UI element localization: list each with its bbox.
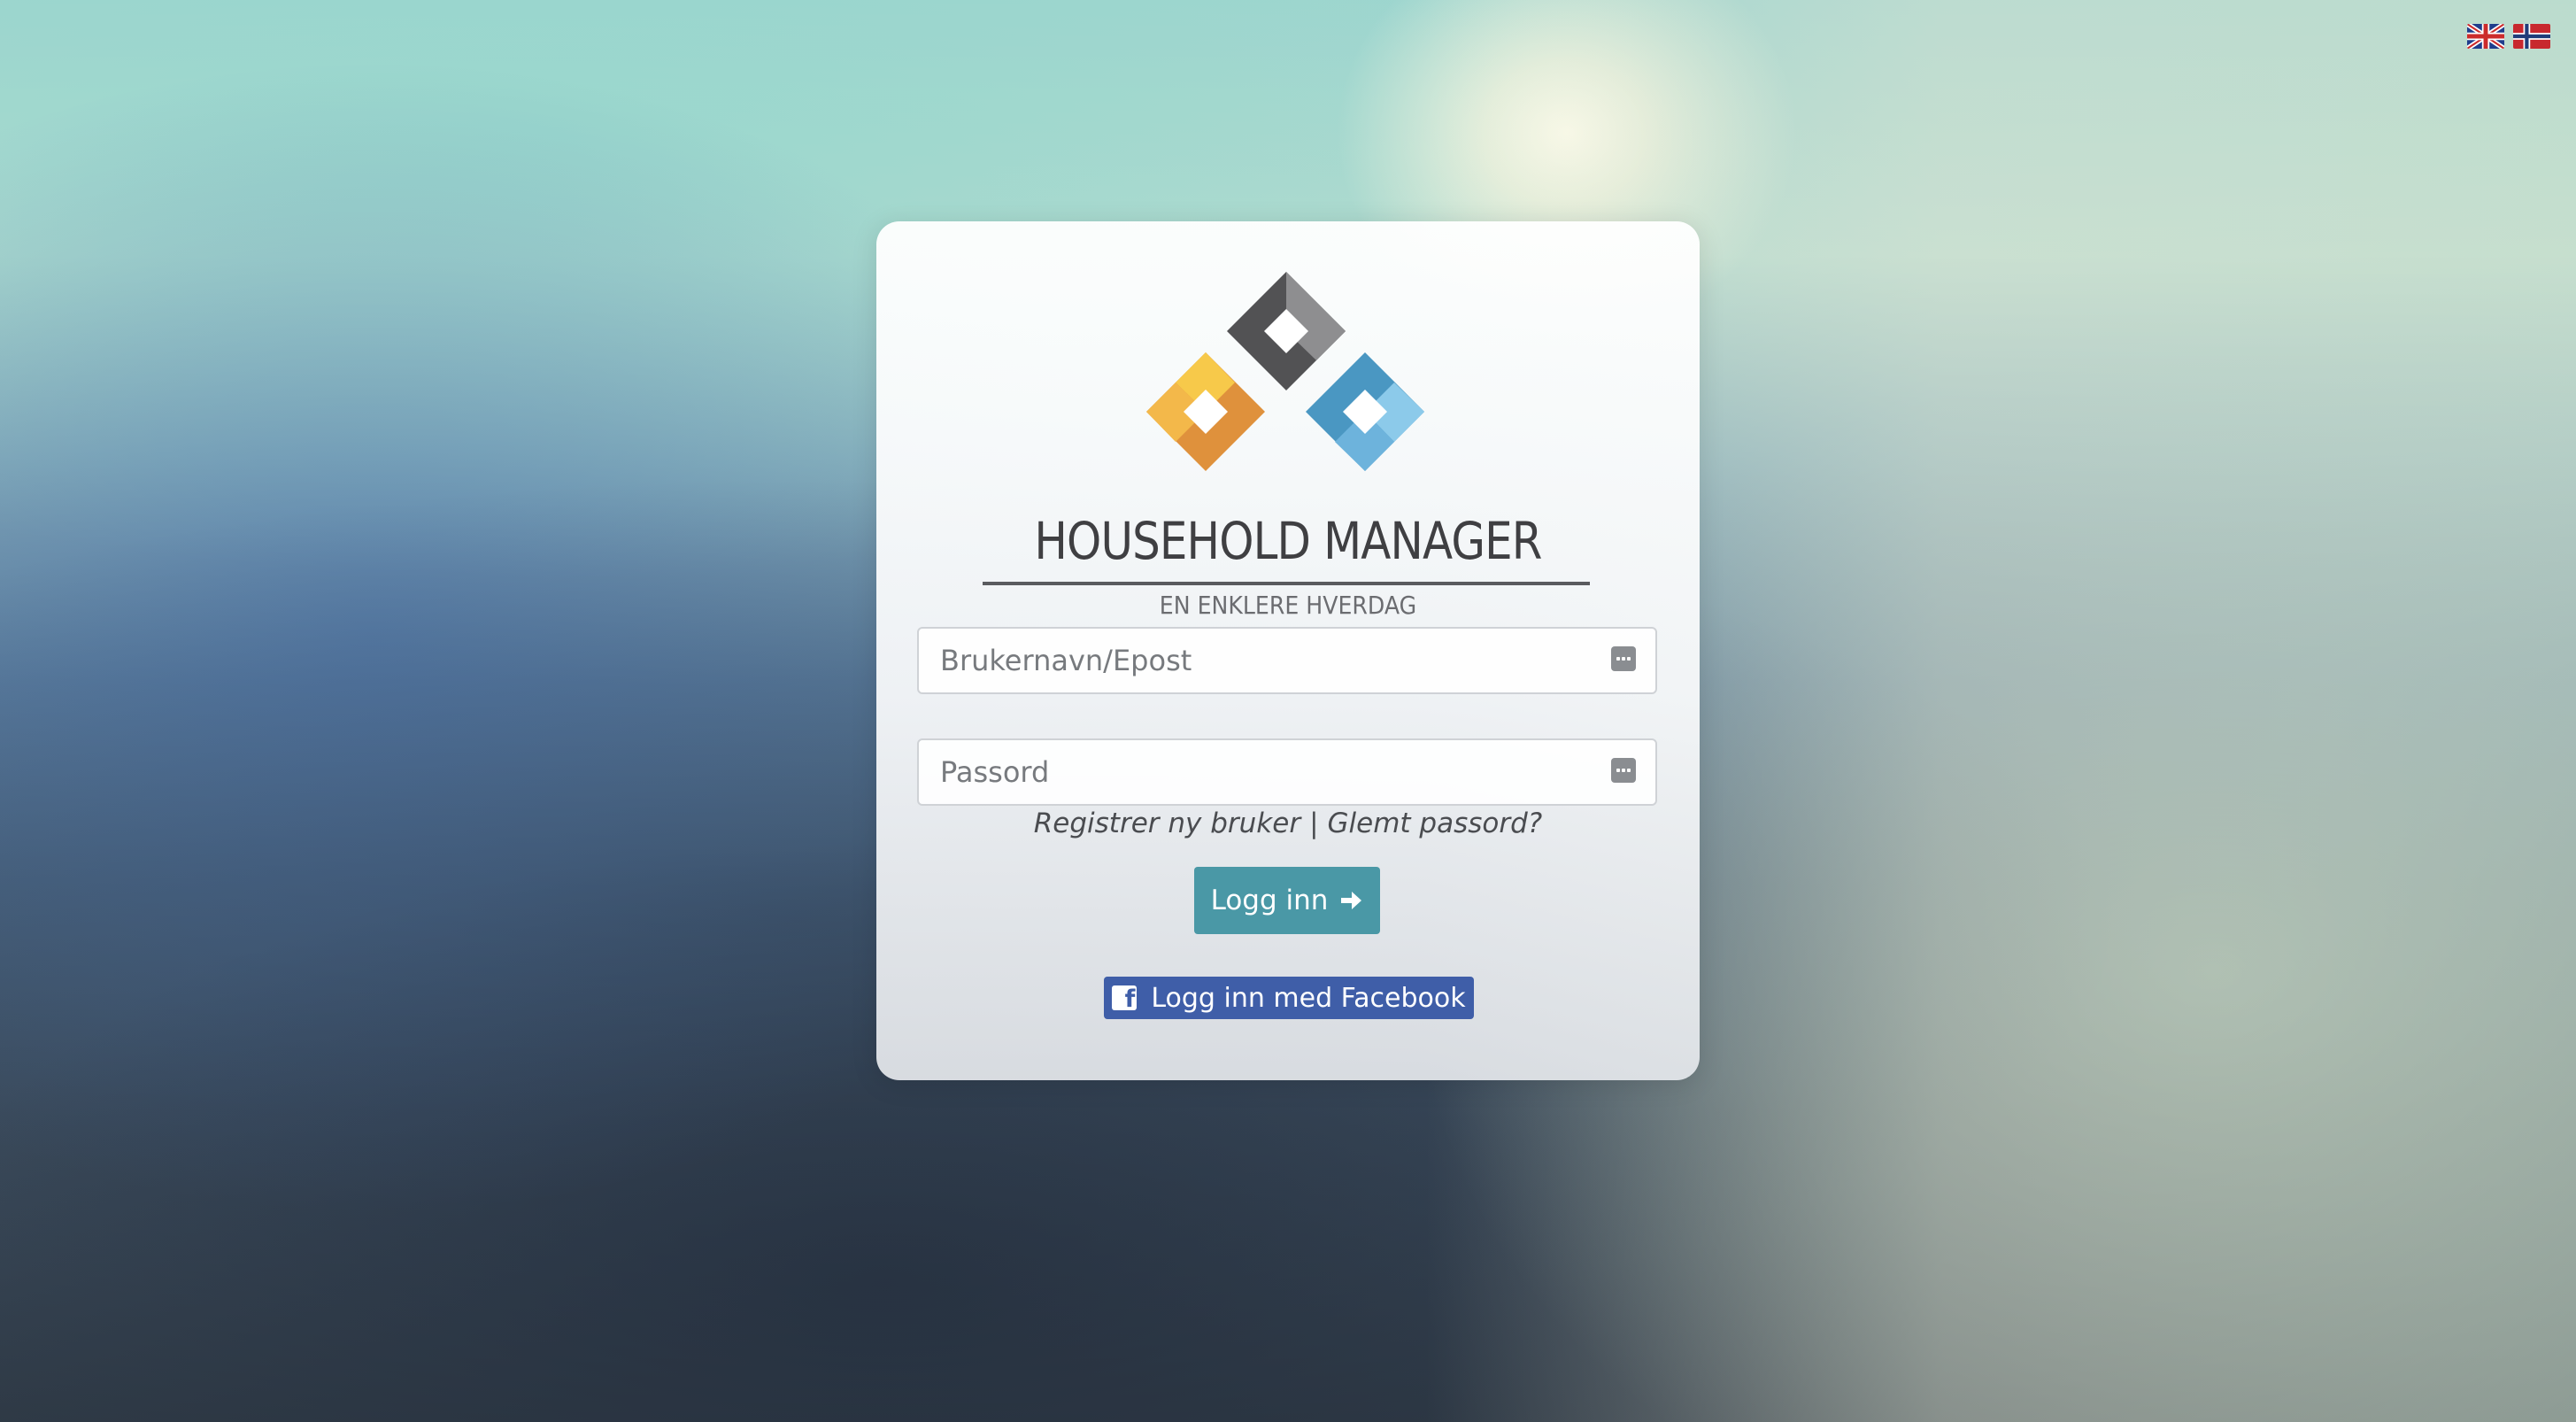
autofill-icon[interactable] [1611,758,1636,783]
username-input[interactable] [919,629,1655,692]
app-logo: HOUSEHOLD MANAGER EN ENKLERE HVERDAG [876,266,1700,620]
link-separator: | [1309,808,1319,839]
norwegian-flag-icon[interactable] [2513,24,2550,49]
logo-subtitle: EN ENKLERE HVERDAG [1159,591,1417,620]
password-input[interactable] [919,740,1655,804]
register-link[interactable]: Registrer ny bruker [1034,808,1300,839]
language-selector [2467,24,2550,49]
logo-divider [983,582,1590,585]
autofill-icon[interactable] [1611,646,1636,671]
account-links: Registrer ny bruker | Glemt passord? [876,808,1700,839]
facebook-icon: f [1112,985,1138,1011]
facebook-login-label: Logg inn med Facebook [1151,982,1466,1014]
facebook-login-button[interactable]: f Logg inn med Facebook [1104,977,1474,1019]
login-card: HOUSEHOLD MANAGER EN ENKLERE HVERDAG Reg… [876,221,1700,1080]
password-field [917,738,1657,806]
login-page: HOUSEHOLD MANAGER EN ENKLERE HVERDAG Reg… [0,0,2576,1422]
login-button-label: Logg inn [1210,885,1329,916]
logo-title: HOUSEHOLD MANAGER [1034,511,1542,571]
logo-diamonds-icon [1146,272,1424,471]
arrow-right-icon [1341,892,1362,909]
forgot-password-link[interactable]: Glemt passord? [1328,808,1543,839]
english-flag-icon[interactable] [2467,24,2504,49]
username-field [917,627,1657,694]
login-button[interactable]: Logg inn [1194,867,1380,934]
